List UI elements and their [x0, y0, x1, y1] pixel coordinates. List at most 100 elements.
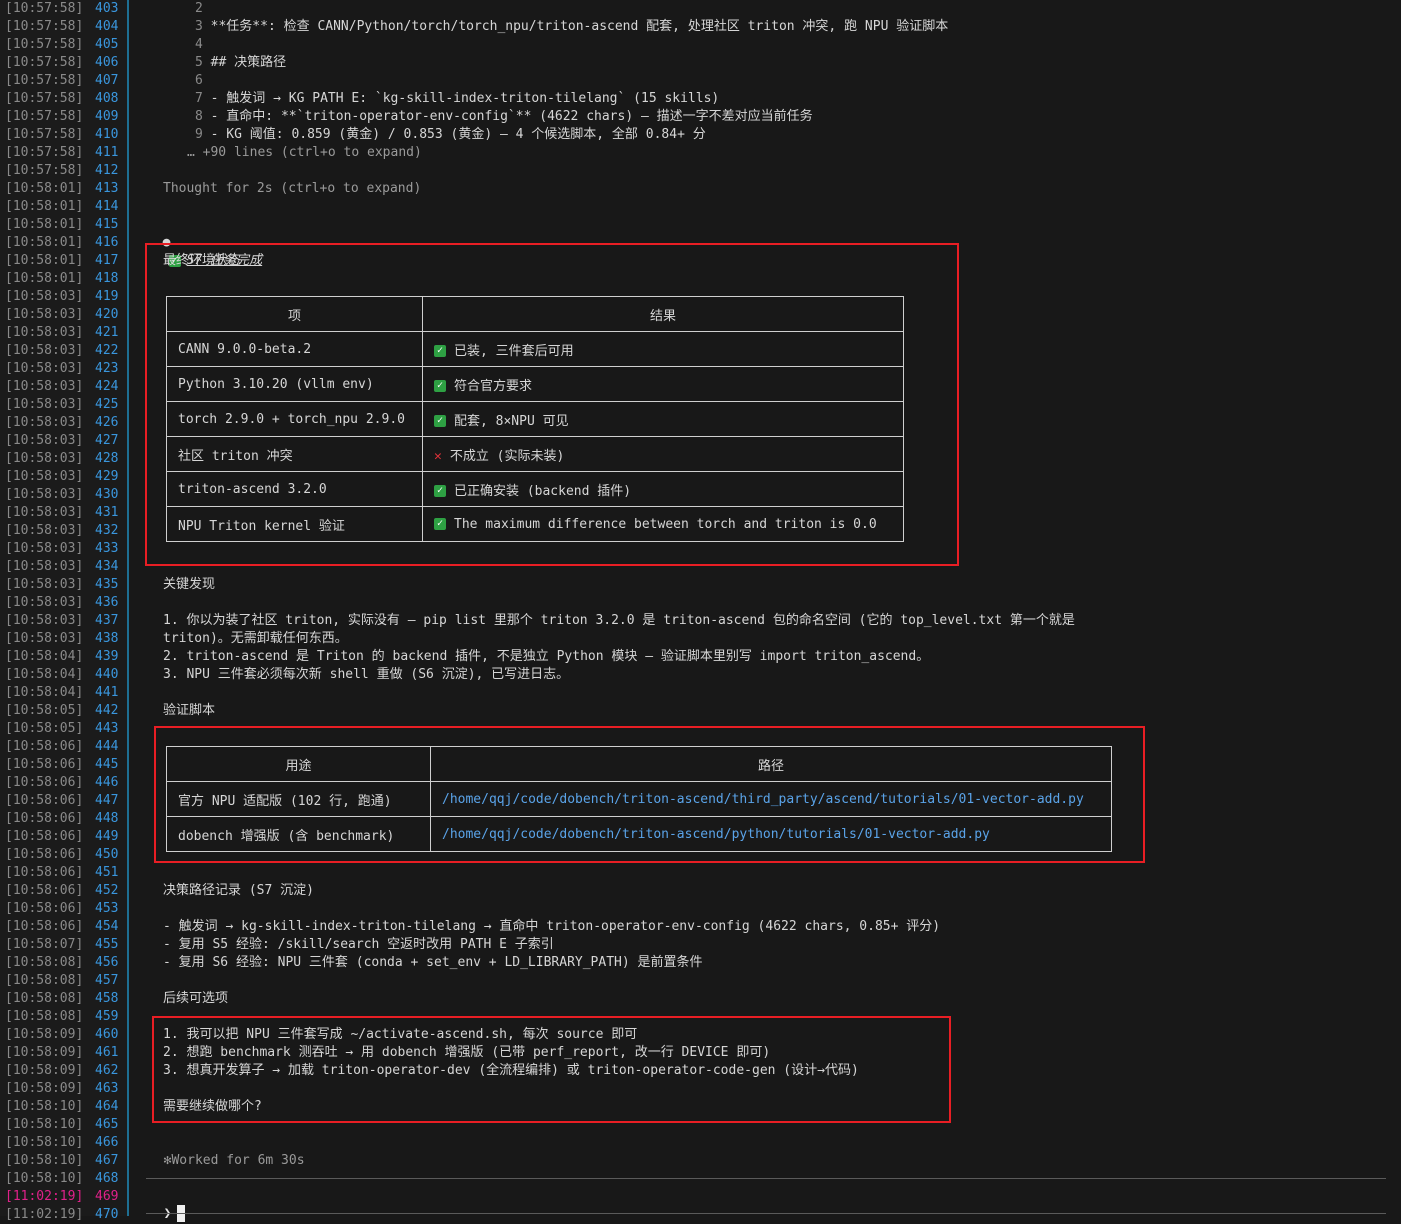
timestamp: [10:58:06]: [5, 865, 84, 880]
line-number: 448: [95, 811, 119, 826]
check-icon: ✓: [434, 518, 446, 530]
next-step-1: 1. 我可以把 NPU 三件套写成 ~/activate-ascend.sh, …: [163, 1027, 638, 1042]
line-number: 431: [95, 505, 119, 520]
line-number: 438: [95, 631, 119, 646]
timestamp: [10:58:06]: [5, 829, 84, 844]
table-row: 官方 NPU 适配版 (102 行, 跑通)/home/qqj/code/dob…: [166, 781, 1112, 817]
line-number: 453: [95, 901, 119, 916]
timestamp: [10:58:03]: [5, 361, 84, 376]
gutter-row: [10:58:10] 468: [0, 1170, 128, 1188]
line-number: 415: [95, 217, 119, 232]
preview-line-2: 2: [195, 0, 203, 18]
gutter-row: [10:58:10] 467: [0, 1152, 128, 1170]
decision-log-line-3: - 复用 S6 经验: NPU 三件套 (conda + set_env + L…: [163, 955, 703, 970]
preview-line-number: 4: [195, 37, 203, 52]
timestamp: [10:57:58]: [5, 19, 84, 34]
prompt-input[interactable]: ❯: [148, 1187, 186, 1222]
gutter-row: [11:02:19] 470: [0, 1206, 128, 1224]
timestamp: [10:57:58]: [5, 127, 84, 142]
line-number: 404: [95, 19, 119, 34]
line-number: 467: [95, 1153, 119, 1168]
gutter-row: [10:58:06] 449: [0, 828, 128, 846]
timestamp: [10:58:04]: [5, 685, 84, 700]
table-row: 社区 triton 冲突 ✕ 不成立 (实际未装): [166, 436, 904, 472]
gutter-row: [11:02:19] 469: [0, 1188, 128, 1206]
line-number: 457: [95, 973, 119, 988]
timestamp: [10:58:08]: [5, 1009, 84, 1024]
gutter-row: [10:58:04] 439: [0, 648, 128, 666]
timestamp: [10:58:03]: [5, 433, 84, 448]
input-top-rule: [146, 1178, 1386, 1179]
line-number: 417: [95, 253, 119, 268]
gutter-row: [10:58:06] 446: [0, 774, 128, 792]
timestamp: [10:58:09]: [5, 1045, 84, 1060]
line-number: 418: [95, 271, 119, 286]
timestamp: [10:58:01]: [5, 181, 84, 196]
env-item-cell: CANN 9.0.0-beta.2: [166, 331, 423, 367]
table-row: Python 3.10.20 (vllm env) ✓ 符合官方要求: [166, 366, 904, 402]
column-header-path: 路径: [430, 746, 1112, 782]
preview-line-7: 7 - 触发词 → KG PATH E: `kg-skill-index-tri…: [195, 90, 719, 108]
gutter-row: [10:58:06] 447: [0, 792, 128, 810]
env-result-cell: ✓ The maximum difference between torch an…: [422, 506, 904, 542]
timestamp: [10:58:08]: [5, 973, 84, 988]
line-number: 427: [95, 433, 119, 448]
line-number: 410: [95, 127, 119, 142]
line-number: 443: [95, 721, 119, 736]
timestamp: [10:58:01]: [5, 253, 84, 268]
gutter-row: [10:58:01] 418: [0, 270, 128, 288]
preview-line-3: 3 **任务**: 检查 CANN/Python/torch/torch_npu…: [195, 18, 948, 36]
line-number: 416: [95, 235, 119, 250]
next-steps-question: 需要继续做哪个?: [163, 1099, 262, 1114]
gutter-row: [10:58:01] 416: [0, 234, 128, 252]
worked-text: Worked for 6m 30s: [171, 1153, 305, 1168]
column-header-use: 用途: [166, 746, 431, 782]
gutter-row: [10:58:10] 465: [0, 1116, 128, 1134]
gutter-row: [10:58:09] 463: [0, 1080, 128, 1098]
gutter-row: [10:58:06] 453: [0, 900, 128, 918]
gutter-row: [10:57:58] 406: [0, 54, 128, 72]
expand-more-lines[interactable]: … +90 lines (ctrl+o to expand): [187, 144, 422, 162]
line-number: 463: [95, 1081, 119, 1096]
line-number: 413: [95, 181, 119, 196]
gutter-row: [10:58:03] 436: [0, 594, 128, 612]
line-number: 446: [95, 775, 119, 790]
line-gutter: [10:57:58] 403 [10:57:58] 404 [10:57:58] 405[…: [0, 0, 128, 1222]
line-number: 459: [95, 1009, 119, 1024]
gutter-row: [10:57:58] 407: [0, 72, 128, 90]
timestamp: [10:58:06]: [5, 757, 84, 772]
gutter-row: [10:58:03] 422: [0, 342, 128, 360]
timestamp: [10:58:05]: [5, 703, 84, 718]
gutter-row: [10:58:01] 414: [0, 198, 128, 216]
script-path-link[interactable]: /home/qqj/code/dobench/triton-ascend/pyt…: [430, 816, 1112, 852]
table-row: triton-ascend 3.2.0 ✓ 已正确安装 (backend 插件): [166, 471, 904, 507]
line-number: 450: [95, 847, 119, 862]
line-number: 407: [95, 73, 119, 88]
gutter-row: [10:58:05] 442: [0, 702, 128, 720]
line-number: 452: [95, 883, 119, 898]
gutter-row: [10:57:58] 410: [0, 126, 128, 144]
preview-line-4: 4: [195, 36, 203, 54]
timestamp: [10:58:03]: [5, 469, 84, 484]
preview-line-text: **任务**: 检查 CANN/Python/torch/torch_npu/t…: [210, 19, 949, 34]
line-number: 432: [95, 523, 119, 538]
timestamp: [10:58:03]: [5, 325, 84, 340]
preview-line-number: 6: [195, 73, 203, 88]
env-status-table: 项 结果 CANN 9.0.0-beta.2 ✓ 已装, 三件套后可用 Python …: [166, 296, 904, 542]
script-path-link[interactable]: /home/qqj/code/dobench/triton-ascend/thi…: [430, 781, 1112, 817]
gutter-row: [10:57:58] 405: [0, 36, 128, 54]
timestamp: [10:57:58]: [5, 163, 84, 178]
gutter-row: [10:58:01] 415: [0, 216, 128, 234]
timestamp: [10:57:58]: [5, 109, 84, 124]
line-number: 462: [95, 1063, 119, 1078]
gutter-row: [10:58:03] 419: [0, 288, 128, 306]
gutter-separator: [127, 0, 129, 1216]
gutter-row: [10:58:07] 455: [0, 936, 128, 954]
line-number: 439: [95, 649, 119, 664]
env-result-text: 已装, 三件套后可用: [454, 343, 574, 359]
preview-line-8: 8 - 直命中: **`triton-operator-env-config`*…: [195, 108, 813, 126]
line-number: 460: [95, 1027, 119, 1042]
check-icon: ✓: [434, 345, 446, 357]
line-number: 412: [95, 163, 119, 178]
thought-indicator[interactable]: Thought for 2s (ctrl+o to expand): [163, 180, 421, 198]
